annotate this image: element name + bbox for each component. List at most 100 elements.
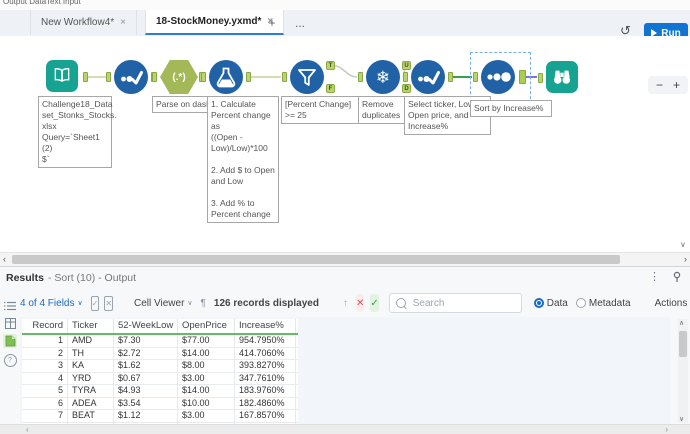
column-header-ticker[interactable]: Ticker — [68, 319, 114, 333]
annotation-sort[interactable]: Sort by Increase% — [470, 100, 552, 117]
pin-icon[interactable] — [672, 271, 682, 283]
table-row[interactable]: 4YRD$0.67$3.00347.7610% — [22, 373, 298, 386]
scroll-right-icon[interactable]: › — [684, 254, 687, 264]
data-cell: $14.00 — [178, 385, 235, 397]
scroll-up-icon[interactable]: ∧ — [679, 319, 684, 327]
clear-filter-button[interactable]: ✕ — [356, 294, 364, 312]
messages-view-icon[interactable] — [3, 299, 17, 313]
zoom-out-button[interactable]: − — [656, 78, 663, 92]
results-menu-icon[interactable]: ⋮ — [649, 270, 660, 283]
input-data-icon — [46, 60, 78, 92]
data-cell: $14.00 — [178, 348, 235, 360]
clear-cells-icon[interactable]: ✕ — [104, 296, 113, 311]
input-anchor[interactable] — [403, 72, 408, 82]
apply-button[interactable]: ✓ — [370, 294, 378, 312]
tool-filter[interactable]: T F — [290, 60, 324, 94]
data-cell: YRD — [68, 373, 114, 385]
table-row[interactable]: 3KA$1.62$8.00393.8270% — [22, 360, 298, 373]
tab-overflow-button[interactable]: ... — [290, 13, 310, 33]
new-tab-button[interactable]: + — [262, 13, 282, 33]
table-row[interactable]: 7BEAT$1.12$3.00167.8570% — [22, 410, 298, 423]
chevron-down-icon: ∨ — [77, 299, 82, 307]
canvas-scroll-down-icon[interactable]: ∨ — [680, 240, 686, 249]
table-row[interactable]: 1AMD$7.30$77.00954.7950% — [22, 335, 298, 348]
output-anchor[interactable] — [519, 70, 526, 84]
record-number-cell: 7 — [22, 410, 68, 422]
data-cell: $0.67 — [114, 373, 178, 385]
output-anchor[interactable] — [246, 72, 251, 82]
ribbon-label-text-input[interactable]: Text Input — [46, 0, 81, 6]
scrollbar-thumb[interactable] — [12, 255, 620, 264]
unique-output-anchor[interactable]: U — [402, 61, 411, 70]
scroll-down-icon[interactable]: ∨ — [679, 415, 684, 423]
tool-sort[interactable] — [481, 60, 515, 94]
input-anchor[interactable] — [358, 72, 363, 82]
tool-browse[interactable] — [546, 61, 580, 95]
data-cell: $4.93 — [114, 385, 178, 397]
whitespace-toggle-icon[interactable]: ¶ — [201, 298, 206, 309]
duplicate-output-anchor[interactable]: D — [402, 84, 411, 93]
results-table: Record Ticker 52-WeekLow OpenPrice Incre… — [20, 317, 670, 425]
data-cell: TYRA — [68, 385, 114, 397]
table-row[interactable]: 2TH$2.72$14.00414.7060% — [22, 348, 298, 361]
canvas-h-scrollbar[interactable]: ‹ › — [0, 252, 690, 267]
scroll-left-icon[interactable]: ‹ — [3, 254, 6, 264]
fields-dropdown[interactable]: 4 of 4 Fields ∨ — [20, 298, 83, 309]
tool-select-2[interactable] — [411, 60, 445, 94]
false-output-anchor[interactable]: F — [326, 84, 335, 93]
regex-icon: (.*) — [160, 60, 198, 94]
input-anchor[interactable] — [152, 72, 157, 82]
scroll-left-icon[interactable]: ‹ — [26, 425, 29, 434]
column-header-record[interactable]: Record — [22, 319, 68, 333]
table-row[interactable]: 6ADEA$3.54$10.00182.4860% — [22, 398, 298, 411]
tool-regex[interactable]: (.*) — [160, 60, 198, 94]
data-file-view-icon[interactable] — [3, 334, 17, 348]
tool-select-1[interactable] — [114, 60, 148, 94]
workflow-canvas[interactable]: (.*) T F ❄ U — [0, 36, 690, 252]
column-header-52weeklow[interactable]: 52-WeekLow — [114, 319, 178, 333]
canvas-zoom-controls: − + — [648, 76, 688, 94]
input-anchor[interactable] — [473, 72, 478, 82]
tab-label: 18-StockMoney.yxmd* — [156, 16, 261, 27]
radio-selected-icon — [534, 298, 544, 308]
unique-snowflake-icon: ❄ — [366, 60, 400, 94]
annotation-filter[interactable]: [Percent Change] >= 25 — [281, 96, 367, 124]
annotation-input-data[interactable]: Challenge18_Data set_Stonks_Stocks. xlsx… — [38, 96, 112, 168]
tool-unique[interactable]: ❄ U D — [366, 60, 400, 94]
tool-formula[interactable] — [209, 60, 243, 94]
workflow-tab-bar: New Workflow4* × 18-StockMoney.yxmd* × +… — [0, 10, 690, 37]
tab-new-workflow4[interactable]: New Workflow4* × — [30, 10, 137, 35]
close-icon[interactable]: × — [120, 17, 126, 28]
help-icon[interactable]: ? — [3, 353, 17, 367]
search-input[interactable] — [411, 297, 515, 310]
ribbon-label-output-data[interactable]: Output Data — [3, 0, 46, 6]
table-h-scrollbar[interactable]: ‹ › — [0, 424, 690, 434]
input-anchor[interactable] — [201, 72, 206, 82]
actions-dropdown[interactable]: Actions ∨ — [655, 298, 690, 309]
grid-view-icon[interactable] — [3, 316, 17, 330]
scrollbar-thumb[interactable] — [679, 331, 687, 357]
true-output-anchor[interactable]: T — [326, 61, 335, 70]
data-radio[interactable]: Data — [534, 298, 568, 309]
annotation-formula[interactable]: 1. Calculate Percent change as ((Open - … — [207, 96, 279, 223]
data-cell: $1.12 — [114, 410, 178, 422]
input-anchor[interactable] — [106, 72, 111, 82]
table-row[interactable]: 5TYRA$4.93$14.00183.9760% — [22, 385, 298, 398]
output-anchor[interactable] — [448, 72, 453, 82]
scroll-right-icon[interactable]: › — [665, 425, 668, 434]
zoom-in-button[interactable]: + — [673, 78, 680, 92]
data-cell: $8.00 — [178, 360, 235, 372]
search-box[interactable] — [389, 293, 522, 313]
tool-input-data[interactable] — [46, 60, 80, 94]
data-cell: BEAT — [68, 410, 114, 422]
column-header-increase[interactable]: Increase% — [235, 319, 296, 333]
edit-cells-icon[interactable]: ✓ — [91, 296, 100, 311]
input-anchor[interactable] — [282, 72, 287, 82]
move-up-icon[interactable]: ↑ — [343, 298, 348, 309]
column-header-openprice[interactable]: OpenPrice — [178, 319, 235, 333]
metadata-radio[interactable]: Metadata — [576, 298, 631, 309]
table-v-scrollbar[interactable]: ∧ ∨ — [678, 319, 688, 423]
cell-viewer-dropdown[interactable]: Cell Viewer ∨ — [134, 298, 193, 309]
input-anchor[interactable] — [538, 73, 543, 83]
output-anchor[interactable] — [83, 72, 88, 82]
